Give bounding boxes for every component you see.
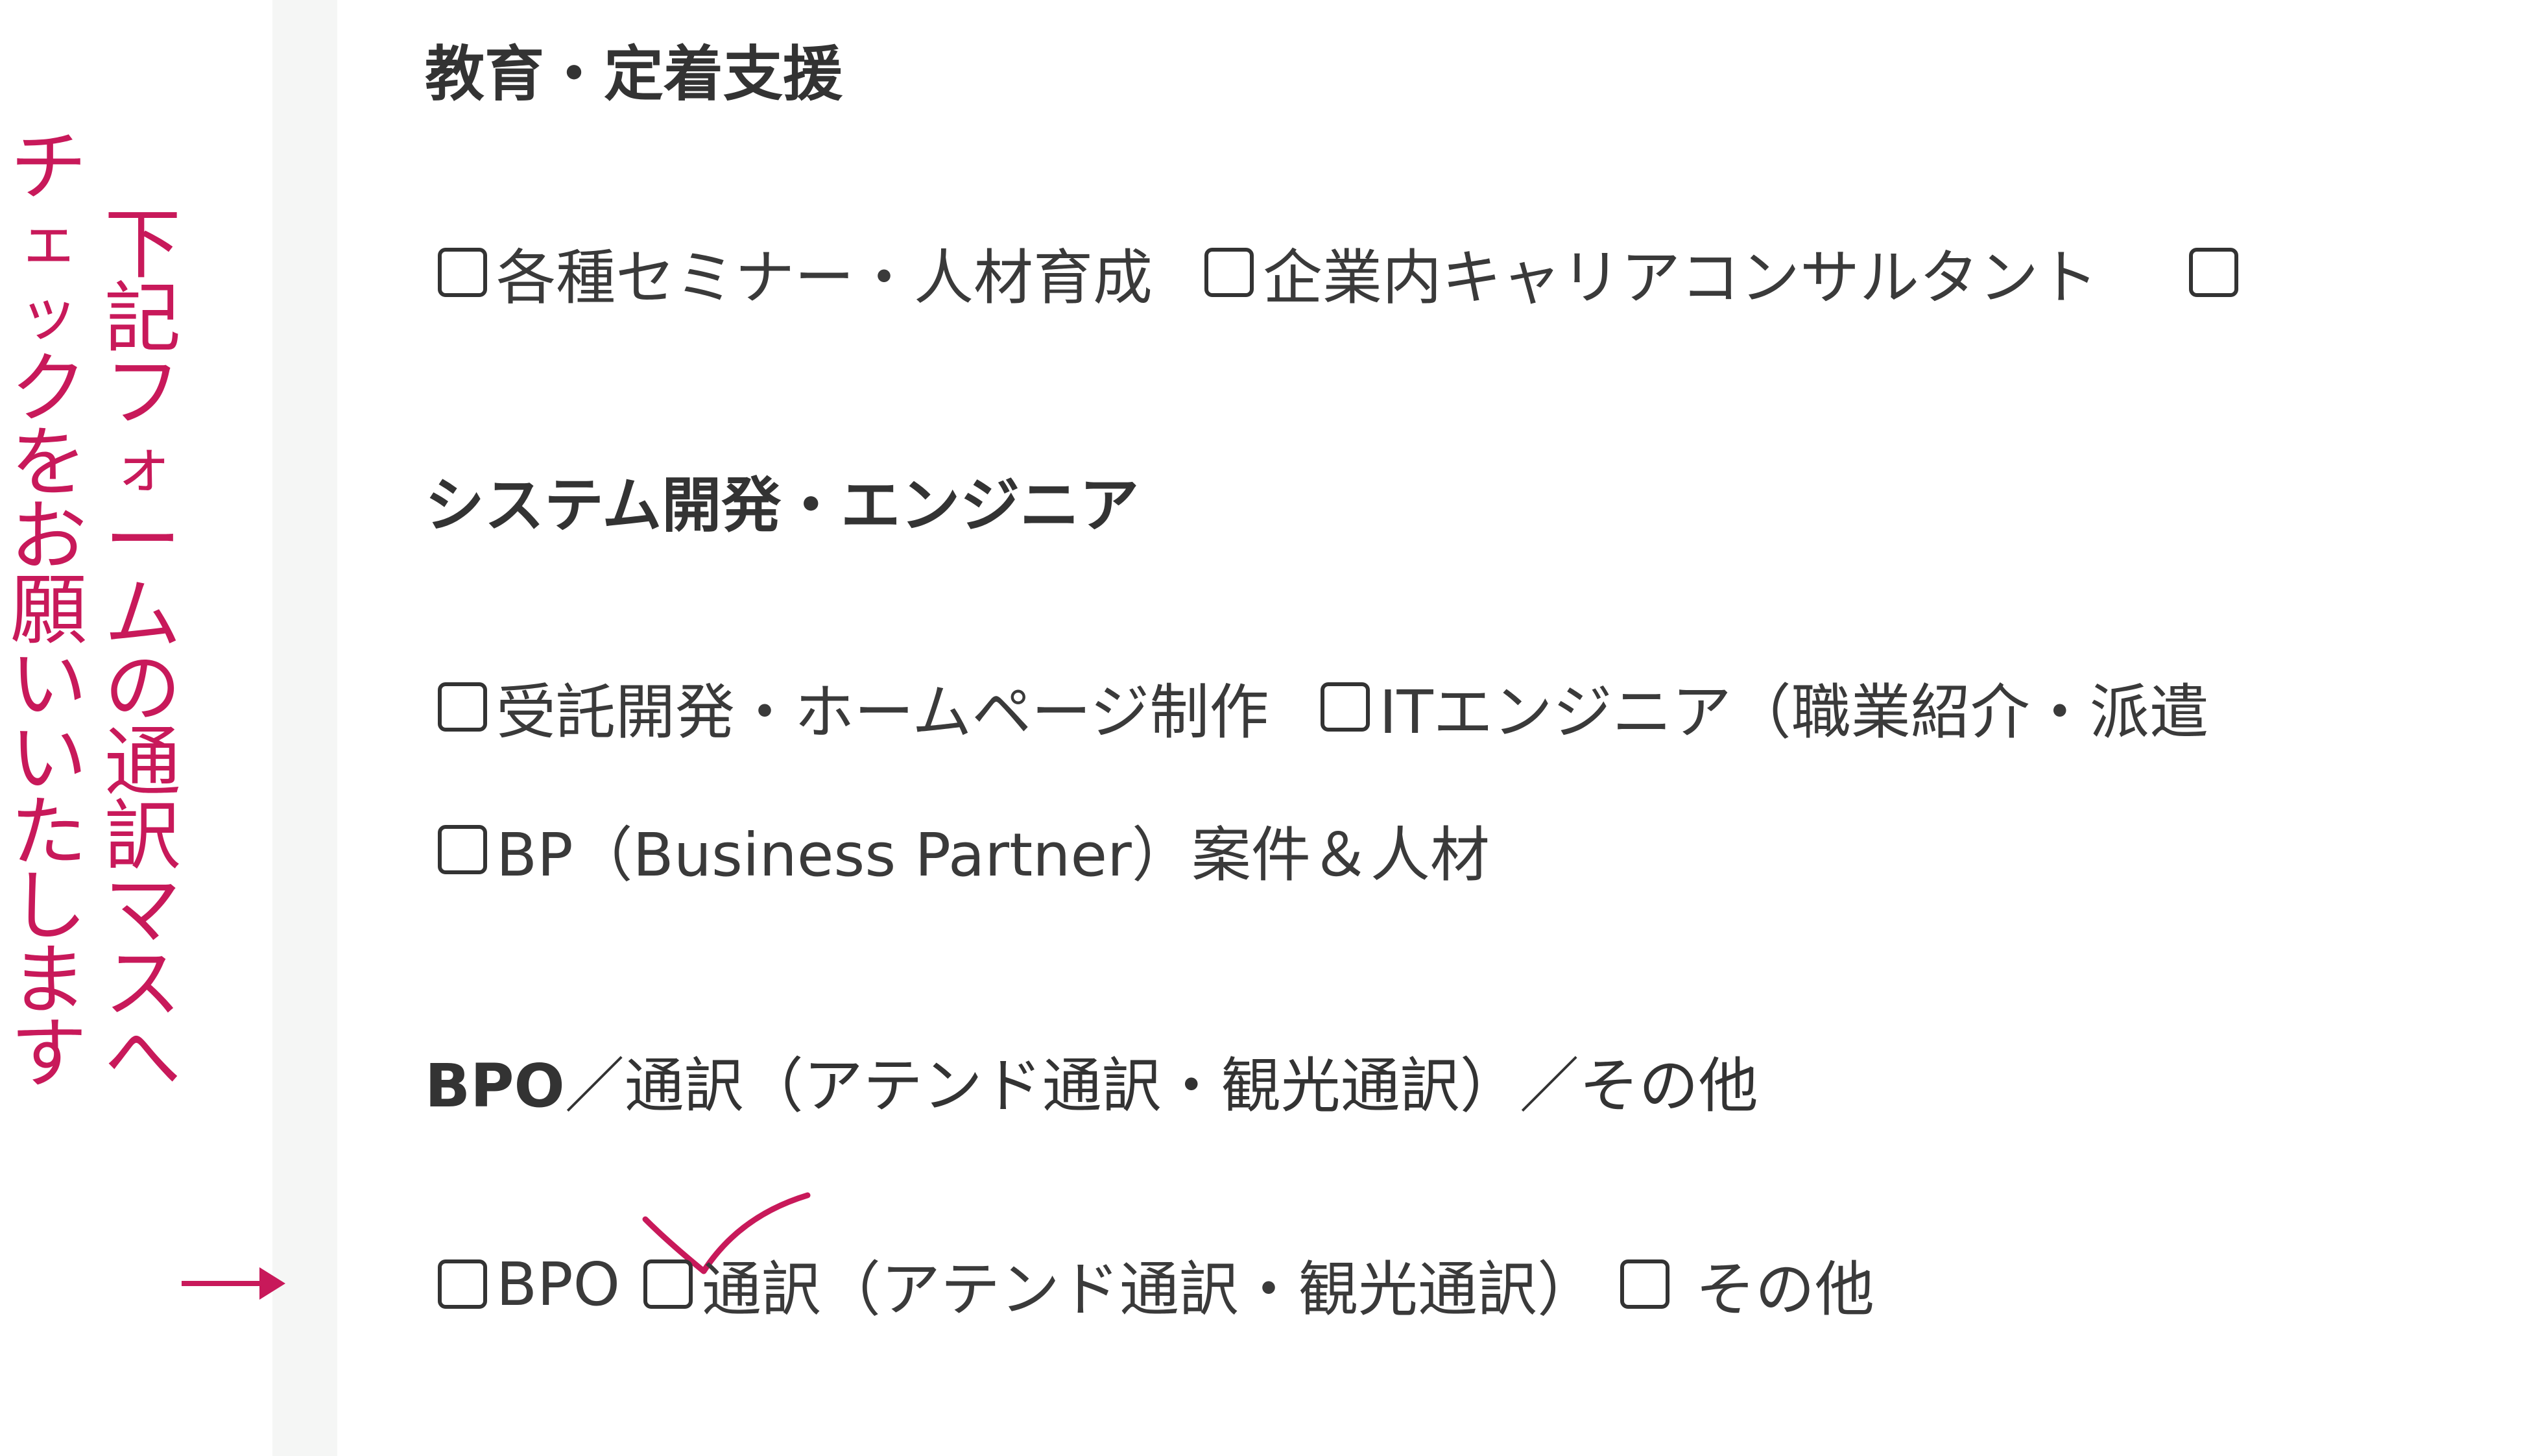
- annotation-char: ェ: [18, 206, 78, 275]
- checkbox[interactable]: [2189, 248, 2239, 297]
- annotation-right-column: 下 記 フ ォ ー ム の 通 訳 マ ス へ: [97, 200, 188, 1103]
- checkbox-label: BP（Business Partner）案件＆人材: [496, 820, 1490, 890]
- annotation-char: 願: [10, 566, 87, 655]
- checkbox-option[interactable]: 受託開発・ホームページ制作: [438, 664, 1269, 750]
- section-title-education: 教育・定着支援: [425, 40, 843, 109]
- checkbox-label: BPO: [496, 1249, 621, 1319]
- checkbox-option[interactable]: BPO: [438, 1250, 620, 1319]
- option-row: 各種セミナー・人材育成 企業内キャリアコンサルタント: [438, 233, 2247, 313]
- checkbox[interactable]: [643, 1259, 693, 1309]
- checkbox-label: 受託開発・ホームページ制作: [496, 677, 1269, 747]
- checkbox[interactable]: [438, 682, 487, 732]
- annotation-char: お: [10, 492, 87, 581]
- section-title-rest: ／通訳（アテンド通訳・観光通訳）／その他: [564, 1051, 1758, 1121]
- checkbox[interactable]: [1620, 1259, 1670, 1309]
- checkbox-option[interactable]: 企業内キャリアコンサルタント: [1204, 230, 2098, 316]
- annotation-char: す: [10, 1009, 87, 1099]
- annotation-char: ォ: [112, 431, 173, 501]
- annotation-char: フ: [104, 348, 181, 437]
- checkbox-label: その他: [1695, 1254, 1875, 1324]
- checkbox[interactable]: [438, 248, 487, 297]
- section-title-bpo: BPO／通訳（アテンド通訳・観光通訳）／その他: [425, 1038, 1758, 1124]
- annotation-char: へ: [104, 1013, 181, 1103]
- checkbox[interactable]: [438, 1259, 487, 1309]
- annotation-char: い: [10, 713, 87, 803]
- annotation-char: ー: [104, 495, 181, 585]
- annotation-char: チ: [10, 122, 87, 211]
- checkbox-option[interactable]: [2189, 248, 2247, 297]
- checkbox-label: 通訳（アテンド通訳・観光通訳）: [702, 1254, 1597, 1324]
- checkbox-option[interactable]: ITエンジニア（職業紹介・派遣: [1321, 664, 2209, 750]
- annotation-char: ス: [104, 939, 181, 1029]
- annotation-char: を: [10, 418, 87, 507]
- annotation-char: 通: [104, 717, 181, 807]
- option-row: 受託開発・ホームページ制作 ITエンジニア（職業紹介・派遣: [438, 668, 2209, 747]
- annotation-char: 記: [104, 274, 181, 363]
- annotation-left-column: チ ェ ッ ク を お 願 い い た し ま す: [3, 122, 94, 1099]
- checkbox-option[interactable]: 通訳（アテンド通訳・観光通訳）: [643, 1241, 1597, 1328]
- checkbox[interactable]: [1321, 682, 1370, 732]
- checkbox[interactable]: [1204, 248, 1254, 297]
- annotation-char: い: [10, 639, 87, 729]
- annotation-char: ク: [10, 344, 87, 433]
- checkbox-label: 企業内キャリアコンサルタント: [1263, 243, 2099, 313]
- annotation-char: マ: [104, 865, 181, 955]
- option-row: BP（Business Partner）案件＆人材: [438, 811, 1490, 890]
- annotation-char: 下: [104, 200, 181, 289]
- annotation-char: し: [10, 861, 87, 951]
- section-title-system-dev: システム開発・エンジニア: [425, 471, 1140, 540]
- checkbox-label: ITエンジニア（職業紹介・派遣: [1379, 677, 2209, 747]
- checkbox-option[interactable]: その他: [1620, 1241, 1874, 1328]
- annotation-char: ま: [10, 935, 87, 1025]
- checkbox[interactable]: [438, 825, 487, 874]
- annotation-arrow-icon: [182, 1267, 285, 1300]
- annotation-char: の: [104, 643, 181, 733]
- checkbox-option[interactable]: BP（Business Partner）案件＆人材: [438, 807, 1490, 893]
- checkbox-label: 各種セミナー・人材育成: [496, 243, 1153, 313]
- annotation-char: 訳: [104, 791, 181, 881]
- annotation-char: た: [10, 787, 87, 877]
- annotation-char: ッ: [18, 280, 78, 349]
- section-title-bold: BPO: [425, 1051, 565, 1121]
- checkbox-option[interactable]: 各種セミナー・人材育成: [438, 230, 1153, 316]
- option-row: BPO 通訳（アテンド通訳・観光通訳） その他: [438, 1245, 1874, 1324]
- annotation-char: ム: [104, 569, 181, 659]
- sidebar-gutter: [272, 0, 337, 1456]
